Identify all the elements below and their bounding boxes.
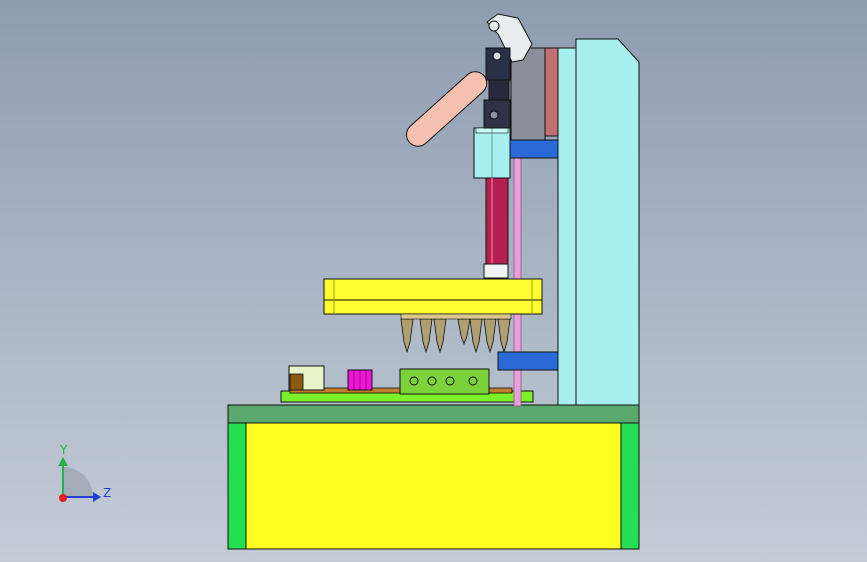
- probe-nozzle: [419, 318, 433, 354]
- link-pin: [492, 51, 502, 61]
- coordinate-triad-icon: [58, 457, 101, 502]
- plunger-rod[interactable]: [485, 177, 509, 265]
- probe-nozzle: [483, 318, 497, 354]
- column-body[interactable]: [575, 38, 640, 406]
- column-front-face[interactable]: [557, 47, 577, 406]
- locating-hole: [409, 376, 419, 386]
- base-side-right[interactable]: [620, 422, 640, 550]
- probe-nozzle: [497, 318, 511, 354]
- model-canvas[interactable]: [0, 0, 867, 562]
- probe-array[interactable]: [400, 313, 512, 354]
- probe-nozzle: [400, 318, 414, 354]
- rod-coupling-nut: [483, 263, 509, 279]
- link-nut: [488, 79, 510, 101]
- locating-hole: [468, 376, 478, 386]
- probe-nozzle: [433, 318, 447, 354]
- z-axis-label: Z: [103, 486, 112, 500]
- probe-nozzle: [469, 318, 483, 354]
- pcb-fixture[interactable]: [280, 365, 534, 403]
- press-plate-lower[interactable]: [323, 299, 543, 315]
- base-side-left[interactable]: [227, 422, 247, 550]
- vertical-column[interactable]: [541, 38, 640, 406]
- y-axis-label: Y: [60, 443, 68, 457]
- connector-plug: [289, 373, 304, 391]
- lower-stop-bracket[interactable]: [497, 351, 559, 371]
- press-plate-upper[interactable]: [323, 278, 543, 301]
- pivot-pin: [488, 20, 500, 32]
- locating-hole: [427, 376, 437, 386]
- base-top-plate[interactable]: [227, 404, 640, 424]
- cad-viewport[interactable]: Y Z: [0, 0, 867, 562]
- base-box[interactable]: [227, 404, 640, 550]
- locating-hole: [445, 376, 455, 386]
- press-plate[interactable]: [323, 278, 543, 315]
- probe-nozzle: [457, 318, 471, 346]
- base-housing[interactable]: [227, 422, 640, 550]
